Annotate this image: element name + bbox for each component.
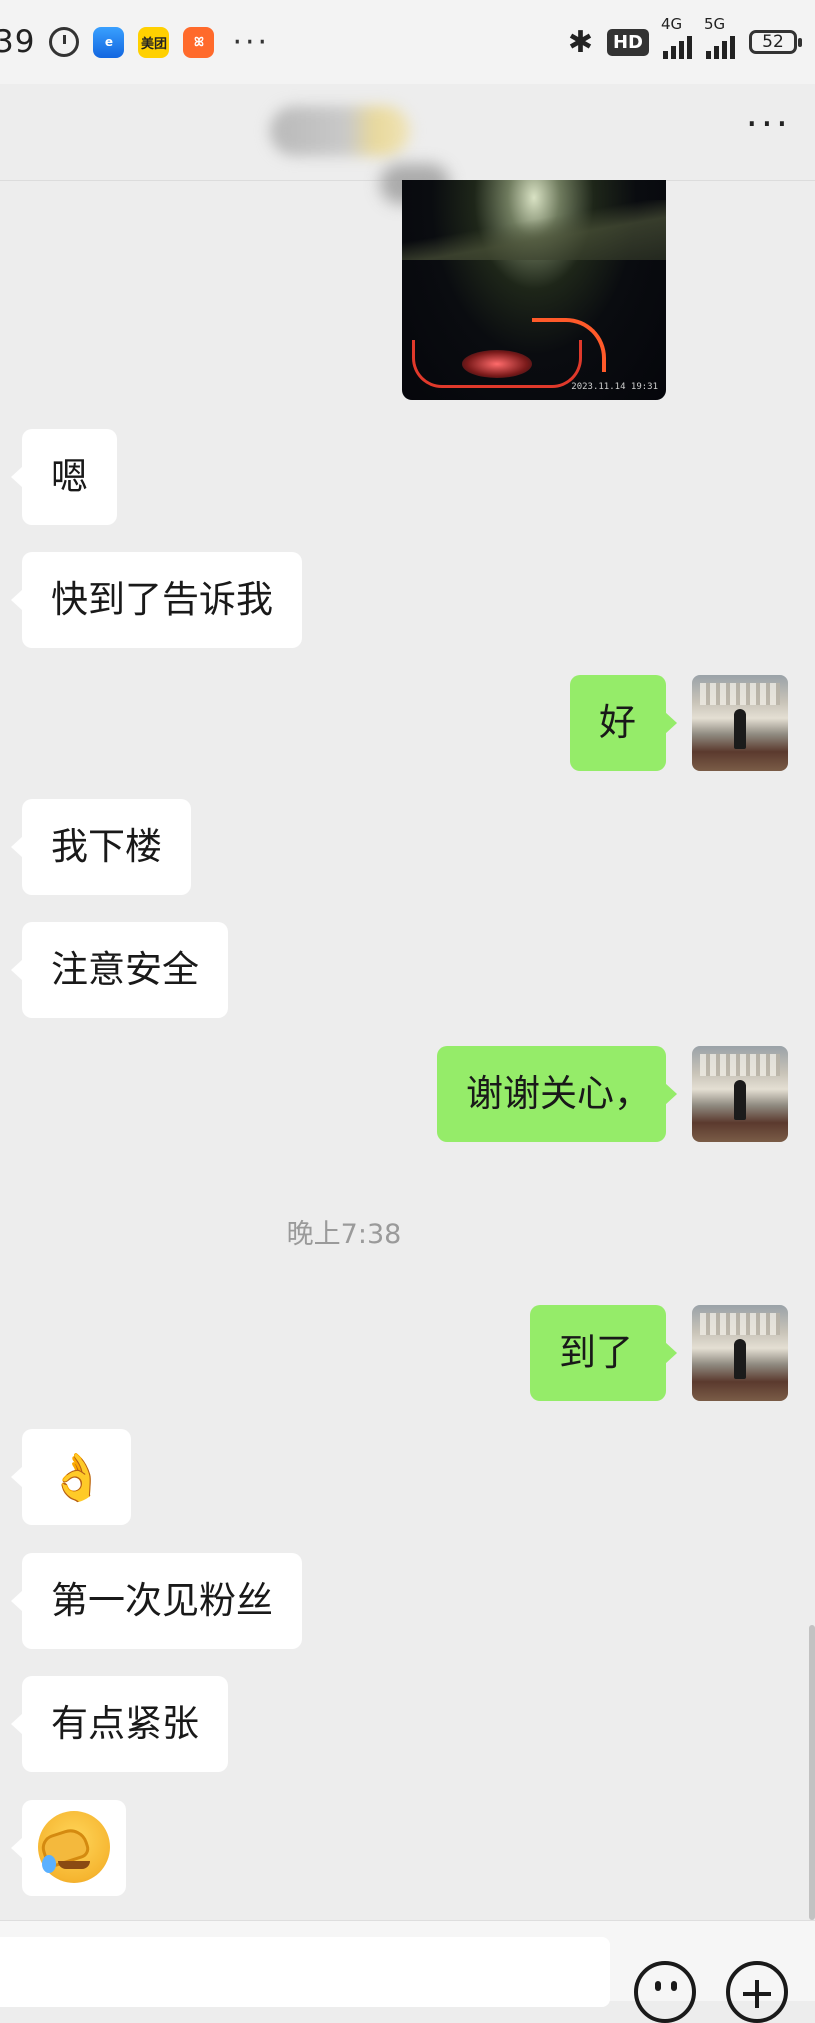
photo-road: [402, 200, 666, 260]
photo-timestamp: 2023.11.14 19:31: [571, 382, 658, 392]
status-bar-right: ✱ HD 4G 5G 52: [567, 15, 802, 60]
message-outgoing[interactable]: 到了: [530, 1305, 677, 1401]
message-incoming[interactable]: 有点紧张: [11, 1676, 228, 1772]
message-incoming-emoji[interactable]: 👌: [10, 1429, 132, 1525]
more-actions-button[interactable]: [726, 1961, 788, 2023]
message-incoming[interactable]: 第一次见粉丝: [11, 1553, 302, 1649]
input-bar: [0, 1920, 815, 2023]
status-bar: 39 e 美团 ꕤ ··· ✱ HD 4G 5G 52: [0, 0, 815, 84]
more-options-icon[interactable]: ···: [746, 104, 791, 144]
chat-area[interactable]: 2023.11.14 19:31 嗯 快到了告诉我 好 我下楼 注意安全 谢谢关…: [0, 164, 815, 1920]
tear-icon: [42, 1854, 56, 1873]
message-outgoing[interactable]: 谢谢关心，: [437, 1046, 677, 1142]
scrollbar[interactable]: [809, 1625, 815, 1920]
photo-dashboard: [412, 340, 582, 388]
battery-icon: 52: [749, 30, 802, 54]
signal-5g-icon: 5G: [704, 15, 735, 59]
message-input[interactable]: [0, 1937, 610, 2007]
message-incoming[interactable]: 注意安全: [11, 922, 228, 1018]
message-incoming[interactable]: 我下楼: [11, 799, 191, 895]
hd-voice-icon: HD: [606, 28, 649, 56]
time-separator: 晚上7:38: [286, 1219, 402, 1250]
avatar[interactable]: [692, 675, 788, 771]
ok-hand-emoji-icon: 👌: [48, 1450, 106, 1504]
status-time: 39: [0, 24, 36, 60]
avatar[interactable]: [692, 1046, 788, 1142]
meituan-app-icon: 美团: [138, 26, 170, 58]
more-notifications-icon: ···: [232, 24, 271, 60]
avatar[interactable]: [692, 1305, 788, 1401]
image-message[interactable]: 2023.11.14 19:31: [402, 180, 666, 400]
contact-name-blurred[interactable]: [270, 106, 410, 156]
emoji-button[interactable]: [634, 1961, 696, 2023]
emoji-eye: [671, 1981, 677, 1991]
message-incoming[interactable]: 嗯: [11, 429, 117, 525]
facepalm-emoji-icon: [38, 1810, 110, 1883]
browser-app-icon: e: [93, 26, 125, 58]
status-bar-left: 39 e 美团 ꕤ ···: [0, 24, 270, 60]
message-incoming-emoji[interactable]: [11, 1800, 126, 1896]
alarm-clock-icon: [49, 27, 80, 57]
emoji-eye: [655, 1981, 661, 1991]
message-outgoing[interactable]: 好: [570, 675, 677, 771]
taobao-app-icon: ꕤ: [183, 26, 215, 58]
bluetooth-icon: ✱: [567, 24, 593, 60]
message-incoming[interactable]: 快到了告诉我: [11, 552, 302, 648]
signal-4g-icon: 4G: [661, 15, 692, 59]
